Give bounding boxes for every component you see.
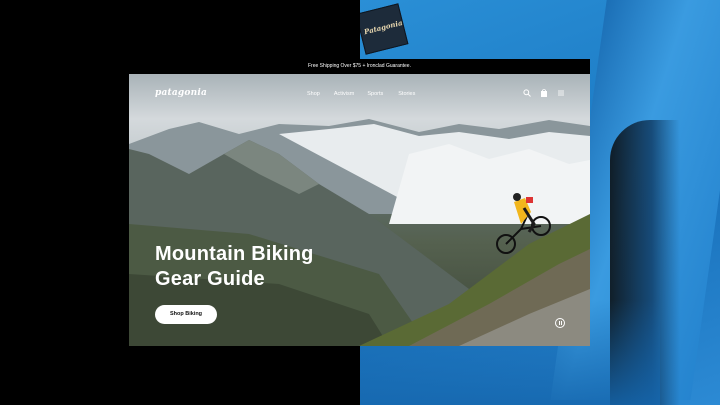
nav-item-activism[interactable]: Activism (334, 91, 354, 97)
search-icon[interactable] (523, 89, 531, 97)
shop-biking-button[interactable]: Shop Biking (155, 305, 217, 324)
hero-headline-line1: Mountain Biking (155, 243, 314, 265)
promo-bar[interactable]: Free Shipping Over $75 + Ironclad Guaran… (129, 59, 590, 74)
pause-icon[interactable] (555, 318, 565, 328)
jacket-label-text: Patagonia (363, 18, 404, 37)
jacket-brand-label: Patagonia (360, 3, 409, 55)
hero-headline-line2: Gear Guide (155, 268, 265, 290)
main-nav: Shop Activism Sports Stories (307, 91, 415, 97)
nav-item-stories[interactable]: Stories (398, 91, 415, 97)
nav-item-sports[interactable]: Sports (367, 91, 383, 97)
hero-banner: patagonia Shop Activism Sports Stories M (129, 74, 590, 346)
patagonia-logo[interactable]: patagonia (155, 88, 207, 98)
hero-headline: Mountain Biking Gear Guide (155, 242, 375, 292)
header-icons (523, 89, 565, 97)
site-header: patagonia Shop Activism Sports Stories (129, 74, 590, 114)
menu-icon[interactable] (557, 89, 565, 97)
bag-icon[interactable] (540, 89, 548, 97)
nav-item-shop[interactable]: Shop (307, 91, 320, 97)
